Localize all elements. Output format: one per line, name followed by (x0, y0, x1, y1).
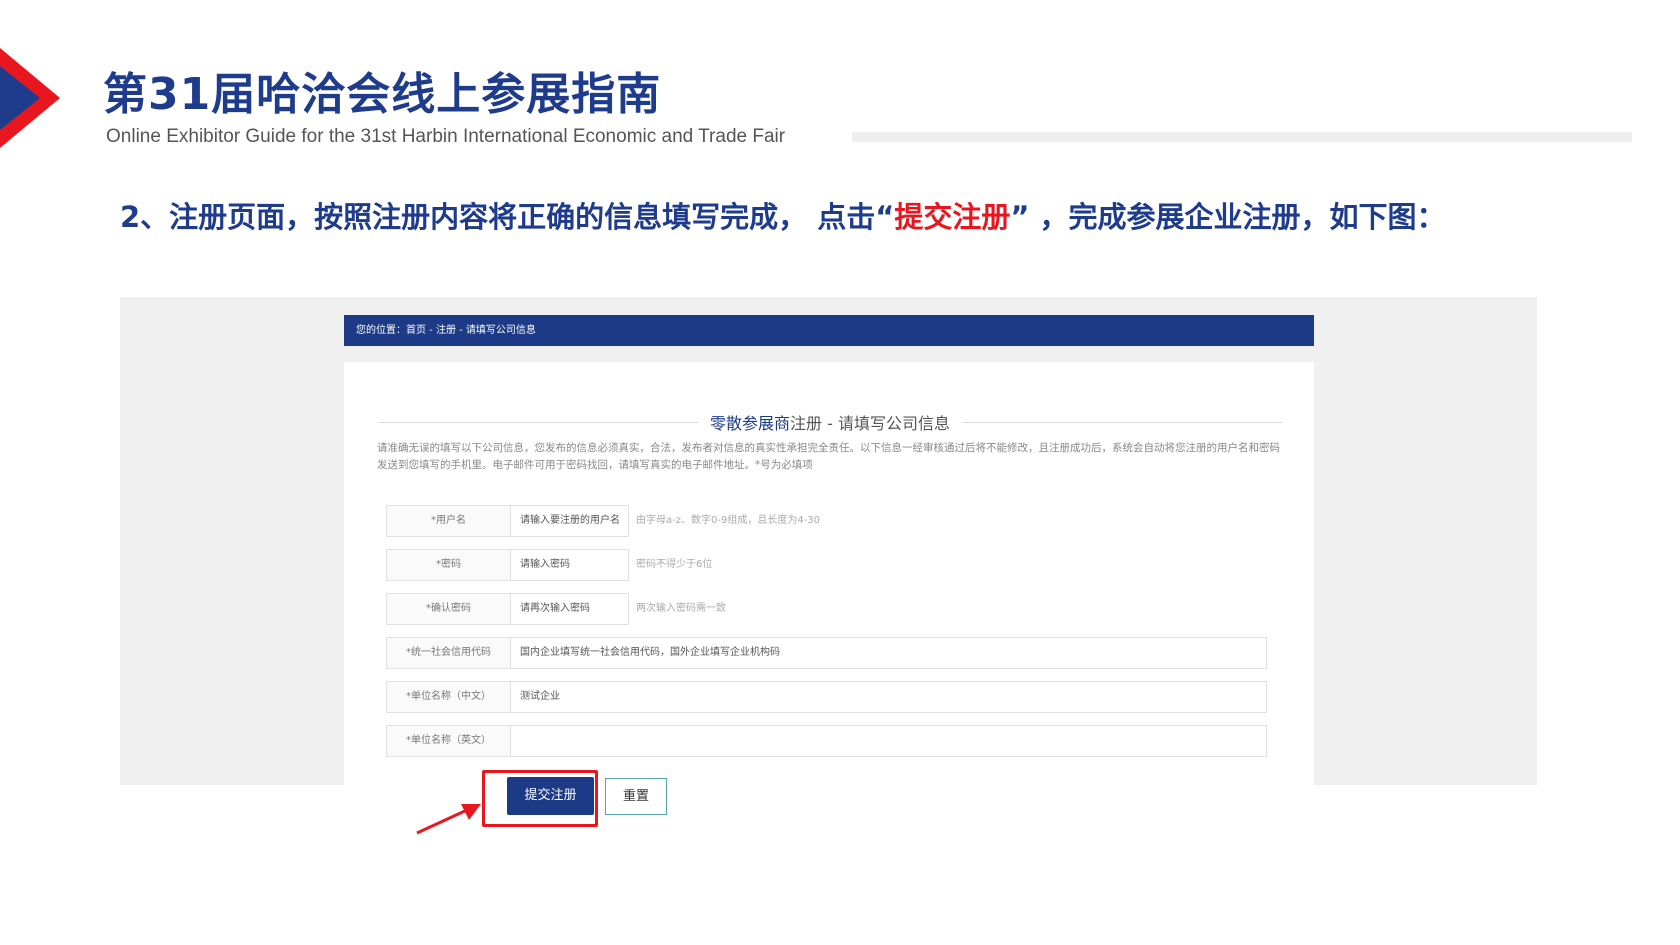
form-heading-part1: 零散参展商 (710, 414, 791, 433)
field-label: *用户名 (386, 505, 511, 537)
confirm-password-input[interactable]: 请再次输入密码 (511, 593, 629, 625)
field-hint: 密码不得少于6位 (636, 559, 713, 570)
instruction-suffix: ” ，完成参展企业注册，如下图： (1010, 200, 1446, 234)
field-label: *单位名称（英文） (386, 725, 511, 757)
username-input[interactable]: 请输入要注册的用户名 (511, 505, 629, 537)
title-divider (852, 132, 1632, 142)
breadcrumb: 您的位置：首页 - 注册 - 请填写公司信息 (344, 315, 1314, 346)
company-name-en-input[interactable] (511, 725, 1267, 757)
pointer-arrow-icon (416, 804, 481, 835)
reset-button[interactable]: 重置 (605, 778, 667, 815)
company-name-cn-input[interactable]: 测试企业 (511, 681, 1267, 713)
password-input[interactable]: 请输入密码 (511, 549, 629, 581)
credit-code-input[interactable]: 国内企业填写统一社会信用代码，国外企业填写企业机构码 (511, 637, 1267, 669)
form-notice: 请准确无误的填写以下公司信息，您发布的信息必须真实，合法，发布者对信息的真实性承… (377, 442, 1280, 471)
field-label: *密码 (386, 549, 511, 581)
field-label: *统一社会信用代码 (386, 637, 511, 669)
field-label: *单位名称（中文） (386, 681, 511, 713)
form-heading-part2: 注册 - 请填写公司信息 (790, 414, 950, 433)
instruction-text: 2、注册页面，按照注册内容将正确的信息填写完成， 点击“提交注册” ，完成参展企… (120, 194, 1446, 236)
field-hint: 由字母a-z、数字0-9组成，且长度为4-30 (636, 515, 821, 526)
instruction-highlight: 提交注册 (894, 200, 1011, 234)
form-heading: 零散参展商注册 - 请填写公司信息 (378, 410, 1282, 434)
field-hint: 两次输入密码需一致 (636, 603, 726, 614)
submit-register-button[interactable]: 提交注册 (507, 777, 594, 815)
logo-arrow-icon (0, 48, 60, 148)
page-subtitle: Online Exhibitor Guide for the 31st Harb… (106, 126, 786, 147)
field-label: *确认密码 (386, 593, 511, 625)
form-heading-text: 零散参展商注册 - 请填写公司信息 (378, 410, 1282, 434)
page-title: 第31届哈洽会线上参展指南 (103, 69, 662, 120)
instruction-prefix: 2、注册页面，按照注册内容将正确的信息填写完成， 点击“ (120, 200, 895, 234)
